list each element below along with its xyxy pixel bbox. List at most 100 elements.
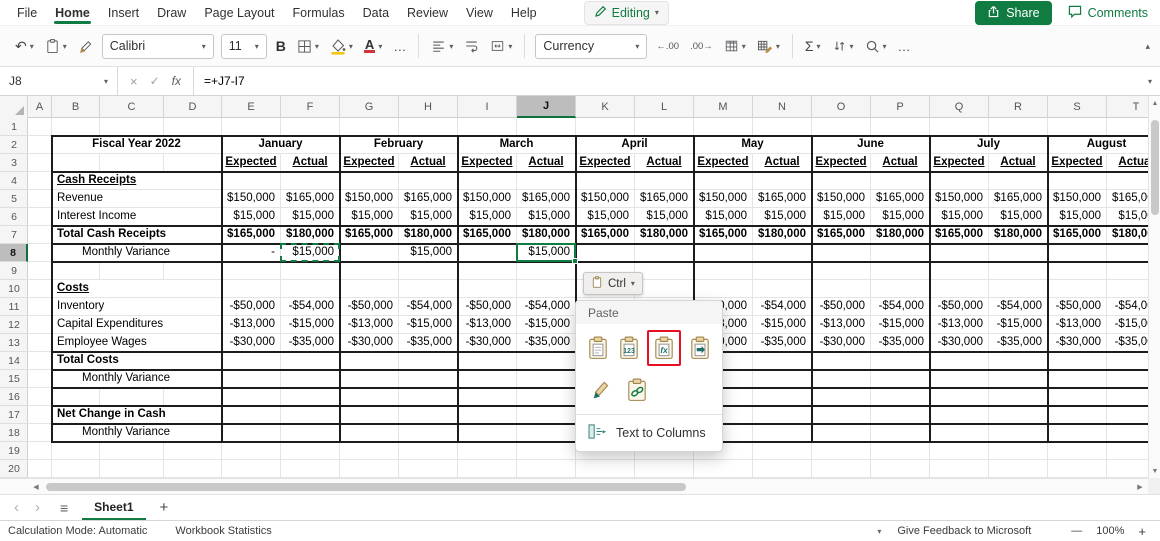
cell-S11[interactable]: -$50,000 <box>1048 298 1106 315</box>
cell-Q5[interactable]: $150,000 <box>930 190 988 207</box>
row-header-17[interactable]: 17 <box>0 406 28 424</box>
row-header-12[interactable]: 12 <box>0 316 28 334</box>
scroll-up-icon[interactable]: ▲ <box>1149 96 1160 110</box>
paste-values-icon[interactable]: 123 <box>617 332 642 364</box>
cell-I6[interactable]: $15,000 <box>458 208 516 225</box>
find-button[interactable]: ▾ <box>860 32 892 60</box>
sheet-tab-sheet1[interactable]: Sheet1 <box>82 495 145 520</box>
cell-P7[interactable]: $180,000 <box>871 226 929 243</box>
cell-E8[interactable]: - <box>222 244 280 261</box>
cell-P12[interactable]: -$15,000 <box>871 316 929 333</box>
cell-K7[interactable]: $165,000 <box>576 226 634 243</box>
cell-F6[interactable]: $15,000 <box>281 208 339 225</box>
more-commands-button[interactable]: … <box>893 32 916 60</box>
enter-icon[interactable]: ✓ <box>150 74 160 88</box>
column-header-N[interactable]: N <box>753 96 812 118</box>
autosum-button[interactable]: Σ▾ <box>800 32 826 60</box>
cell-M3[interactable]: Expected <box>694 154 752 171</box>
cell-T7[interactable]: $180,000 <box>1107 226 1148 243</box>
cell-I7[interactable]: $165,000 <box>458 226 516 243</box>
cell-R3[interactable]: Actual <box>989 154 1047 171</box>
cell-F7[interactable]: $180,000 <box>281 226 339 243</box>
cell-J3[interactable]: Actual <box>517 154 575 171</box>
cell-E3[interactable]: Expected <box>222 154 280 171</box>
row-header-20[interactable]: 20 <box>0 460 28 478</box>
cell-R7[interactable]: $180,000 <box>989 226 1047 243</box>
row-header-9[interactable]: 9 <box>0 262 28 280</box>
cell-R5[interactable]: $165,000 <box>989 190 1047 207</box>
column-header-R[interactable]: R <box>989 96 1048 118</box>
column-header-J[interactable]: J <box>517 96 576 118</box>
bold-button[interactable]: B <box>271 32 291 60</box>
row-header-5[interactable]: 5 <box>0 190 28 208</box>
font-color-button[interactable]: A ▾ <box>359 32 387 60</box>
row-header-6[interactable]: 6 <box>0 208 28 226</box>
cell-K2[interactable]: April <box>576 136 693 153</box>
row-header-15[interactable]: 15 <box>0 370 28 388</box>
zoom-out-button[interactable]: — <box>1071 525 1082 537</box>
cell-G2[interactable]: February <box>340 136 457 153</box>
next-sheet-button[interactable]: › <box>29 499 46 516</box>
cell-G3[interactable]: Expected <box>340 154 398 171</box>
format-painter-button[interactable] <box>73 32 98 60</box>
cell-B2[interactable]: Fiscal Year 2022 <box>52 136 221 153</box>
cell-B11[interactable]: Inventory <box>52 298 221 315</box>
vertical-scrollbar[interactable]: ▲ ▼ <box>1148 96 1160 478</box>
cell-E13[interactable]: -$30,000 <box>222 334 280 351</box>
cell-J13[interactable]: -$35,000 <box>517 334 575 351</box>
cell-H13[interactable]: -$35,000 <box>399 334 457 351</box>
cell-S5[interactable]: $150,000 <box>1048 190 1106 207</box>
cell-S7[interactable]: $165,000 <box>1048 226 1106 243</box>
grid-body[interactable]: Fiscal Year 2022JanuaryExpectedActualFeb… <box>0 118 1148 478</box>
cell-L3[interactable]: Actual <box>635 154 693 171</box>
row-header-16[interactable]: 16 <box>0 388 28 406</box>
cell-H6[interactable]: $15,000 <box>399 208 457 225</box>
number-format-select[interactable]: Currency▾ <box>535 34 647 59</box>
cell-I5[interactable]: $150,000 <box>458 190 516 207</box>
cell-G7[interactable]: $165,000 <box>340 226 398 243</box>
cell-M5[interactable]: $150,000 <box>694 190 752 207</box>
calculation-mode[interactable]: Calculation Mode: Automatic <box>8 525 147 537</box>
row-header-4[interactable]: 4 <box>0 172 28 190</box>
cell-O12[interactable]: -$13,000 <box>812 316 870 333</box>
paste-formulas-icon[interactable]: fx <box>649 332 679 364</box>
cell-P11[interactable]: -$54,000 <box>871 298 929 315</box>
cell-T12[interactable]: -$15,000 <box>1107 316 1148 333</box>
format-as-table-button[interactable]: ▾ <box>719 32 751 60</box>
cell-O7[interactable]: $165,000 <box>812 226 870 243</box>
paste-link-icon[interactable] <box>622 374 652 406</box>
menu-tab-home[interactable]: Home <box>46 1 99 24</box>
cell-N6[interactable]: $15,000 <box>753 208 811 225</box>
cell-L7[interactable]: $180,000 <box>635 226 693 243</box>
cell-B4[interactable]: Cash Receipts <box>52 172 221 189</box>
cell-S2[interactable]: August <box>1048 136 1148 153</box>
row-header-3[interactable]: 3 <box>0 154 28 172</box>
cell-S6[interactable]: $15,000 <box>1048 208 1106 225</box>
menu-tab-help[interactable]: Help <box>502 1 546 24</box>
add-sheet-button[interactable]: + <box>150 499 179 516</box>
cell-B8[interactable]: Monthly Variance <box>52 244 221 261</box>
cell-Q2[interactable]: July <box>930 136 1047 153</box>
cell-O2[interactable]: June <box>812 136 929 153</box>
cell-N7[interactable]: $180,000 <box>753 226 811 243</box>
decrease-decimal-button[interactable]: .00→ <box>685 32 718 60</box>
scroll-down-icon[interactable]: ▼ <box>1149 464 1160 478</box>
cell-M2[interactable]: May <box>694 136 811 153</box>
name-box[interactable]: J8 ▾ <box>0 67 118 95</box>
collapse-ribbon-button[interactable]: ▴ <box>1145 41 1150 52</box>
cell-N11[interactable]: -$54,000 <box>753 298 811 315</box>
cell-B17[interactable]: Net Change in Cash <box>52 406 221 423</box>
menu-tab-file[interactable]: File <box>8 1 46 24</box>
menu-tab-formulas[interactable]: Formulas <box>284 1 354 24</box>
cell-O6[interactable]: $15,000 <box>812 208 870 225</box>
cell-L5[interactable]: $165,000 <box>635 190 693 207</box>
cell-H3[interactable]: Actual <box>399 154 457 171</box>
horizontal-scroll-thumb[interactable] <box>46 483 686 491</box>
cell-F12[interactable]: -$15,000 <box>281 316 339 333</box>
undo-button[interactable]: ↶▾ <box>10 32 39 60</box>
cell-G6[interactable]: $15,000 <box>340 208 398 225</box>
column-header-T[interactable]: T <box>1107 96 1148 118</box>
cell-Q7[interactable]: $165,000 <box>930 226 988 243</box>
cell-E5[interactable]: $150,000 <box>222 190 280 207</box>
menu-tab-data[interactable]: Data <box>354 1 398 24</box>
